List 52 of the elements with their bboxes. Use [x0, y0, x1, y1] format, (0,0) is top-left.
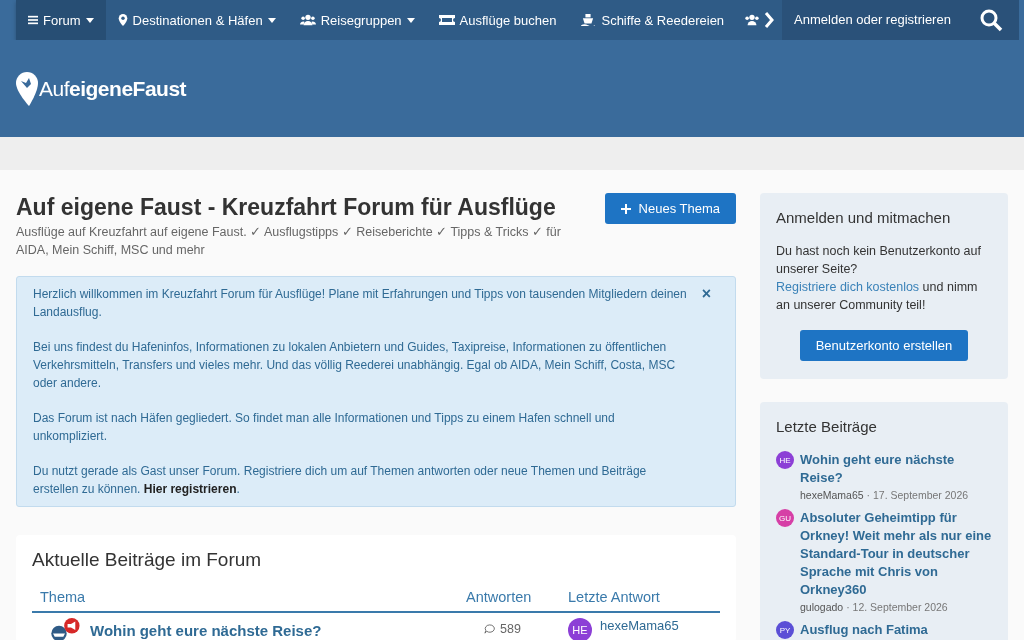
column-header: Thema — [39, 589, 87, 605]
user-avatar: GU — [776, 509, 794, 527]
chevron-right-icon[interactable] — [764, 12, 775, 28]
caret-icon — [406, 17, 415, 23]
user-avatar: HE — [568, 618, 592, 640]
new-topic-button[interactable]: Neues Thema — [604, 193, 736, 224]
post-date: · 17. September 2026 — [866, 489, 969, 501]
reply-count: 589 — [500, 622, 521, 636]
page-subtitle: Ausflüge auf Kreuzfahrt auf eigene Faust. ✓ Ausflugstipps ✓ Reiseberichte ✓ Tipps & Tricks ✓ für AIDA, Mein Schiff, MSC und mehr — [16, 224, 562, 259]
nav-item[interactable]: Schiffe & Reedereien — [568, 0, 737, 40]
plus-icon — [620, 203, 631, 214]
nav-item[interactable]: Reisegruppen — [287, 0, 427, 40]
username-link[interactable]: hexeMama65 — [800, 489, 864, 501]
notice-paragraph: Du nutzt gerade als Gast unser Forum. Registriere dich um auf Themen antworten oder neue Themen und Beiträge erstellen zu können. Hier registrieren. — [33, 463, 648, 498]
page-title: Auf eigene Faust - Kreuzfahrt Forum für Ausflüge — [16, 193, 557, 221]
post-link[interactable]: Ausflug nach Fatima — [800, 621, 928, 639]
caret-icon — [267, 17, 276, 23]
create-account-button[interactable]: Benutzerkonto erstellen — [799, 330, 969, 361]
logo-pin-icon — [16, 71, 38, 106]
comment-icon — [484, 623, 495, 635]
nav-item[interactable]: Forum — [16, 0, 106, 40]
ticket-icon — [438, 14, 455, 26]
user-avatar: HE — [776, 451, 794, 469]
panel-title: Letzte Beiträge — [776, 418, 878, 435]
panel-text: Du hast noch kein Benutzerkonto auf unserer Seite? Registriere dich kostenlos und nimm an unserer Community teil! — [776, 243, 982, 314]
post-date: · 12. September 2026 — [846, 601, 948, 613]
column-header: Antworten — [466, 589, 533, 605]
post-link[interactable]: Absoluter Geheimtipp für Orkney! Weit mehr als nur eine Standard-Tour in deutscher Sprache mit Chris von Orkney360 — [800, 509, 992, 599]
logo-text: AufeigeneFaust — [39, 76, 187, 101]
caret-icon — [85, 17, 94, 23]
menu-icon — [28, 14, 38, 26]
people-icon — [744, 14, 761, 26]
column-header: Letzte Antwort — [568, 589, 661, 605]
topic-link[interactable]: Wohin geht eure nächste Reise? — [90, 621, 322, 639]
register-link[interactable]: Registriere dich kostenlos — [776, 280, 920, 294]
user-avatar: PY — [776, 621, 794, 639]
search-icon[interactable] — [978, 8, 1003, 32]
notice-paragraph: Herzlich willkommen im Kreuzfahrt Forum für Ausflüge! Plane mit Erfahrungen und Tipps von tausenden Mitgliedern deinen Landausflug. — [33, 286, 688, 321]
notice-paragraph: Bei uns findest du Hafeninfos, Informationen zu lokalen Anbietern und Guides, Taxipreise, Informationen zu öffentlichen Verkehrsmitteln, Transfers und vieles mehr. Und das völlig Reederei unabhängig. Egal ob AIDA, Mein Schiff, Costa, MSC oder andere. — [33, 339, 677, 392]
username-link[interactable]: gulogado — [800, 601, 844, 613]
pin-icon — [117, 14, 128, 26]
panel-title: Anmelden und mitmachen — [776, 209, 952, 226]
nav-item[interactable]: Ausflüge buchen — [426, 0, 569, 40]
ship-icon — [580, 14, 597, 26]
section-title: Aktuelle Beiträge im Forum — [32, 549, 263, 571]
nav-item[interactable]: Destinationen & Häfen — [105, 0, 288, 40]
login-link[interactable]: Anmelden oder registrieren — [782, 0, 963, 40]
close-button[interactable]: × — [701, 285, 719, 498]
people-icon — [299, 14, 316, 26]
post-link[interactable]: Wohin geht eure nächste Reise? — [800, 451, 992, 487]
notice-paragraph: Das Forum ist nach Häfen gegliedert. So findet man alle Informationen und Tipps zu einem Hafen schnell und unkompliziert. — [33, 410, 616, 445]
username-link[interactable]: hexeMama65 — [600, 618, 679, 633]
